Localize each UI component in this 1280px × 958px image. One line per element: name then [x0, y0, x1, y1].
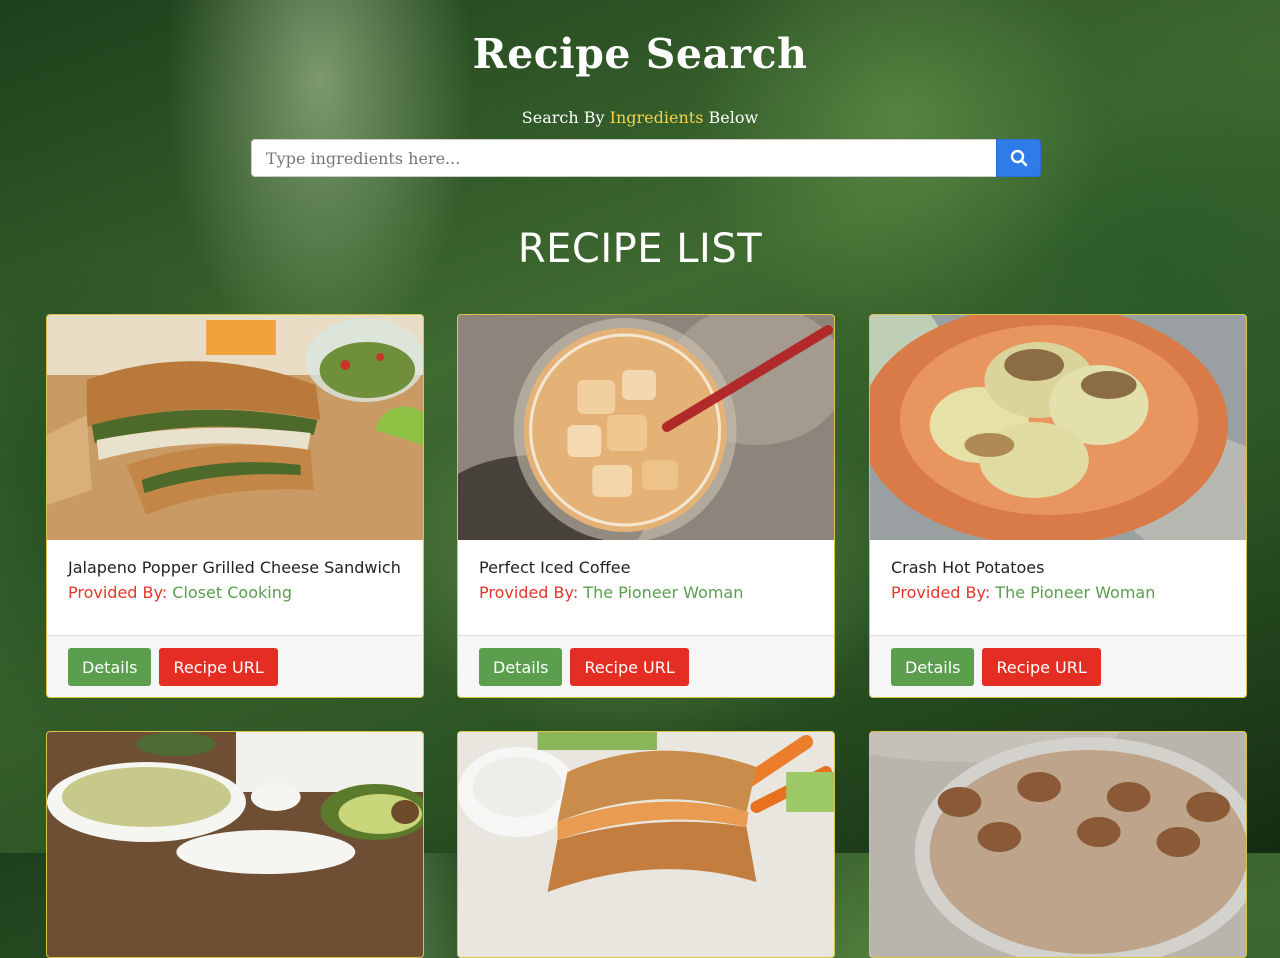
recipe-card	[457, 731, 835, 958]
recipe-image[interactable]	[47, 315, 423, 540]
recipe-image[interactable]	[458, 732, 834, 957]
recipe-card	[46, 731, 424, 958]
recipe-url-button[interactable]: Recipe URL	[570, 648, 689, 686]
recipe-provider: Provided By: The Pioneer Woman	[479, 583, 813, 602]
recipe-provider: Provided By: Closet Cooking	[68, 583, 402, 602]
page-title: Recipe Search	[472, 30, 808, 78]
recipe-title: Crash Hot Potatoes	[891, 558, 1045, 577]
subtitle-highlight: Ingredients	[609, 108, 704, 127]
recipe-card: Jalapeno Popper Grilled Cheese Sandwich …	[46, 314, 424, 698]
search-button[interactable]	[996, 139, 1041, 177]
card-body: Crash Hot Potatoes Provided By: The Pion…	[870, 540, 1246, 635]
recipe-card: Perfect Iced Coffee Provided By: The Pio…	[457, 314, 835, 698]
details-button[interactable]: Details	[479, 648, 563, 686]
provided-by-label: Provided By:	[68, 583, 173, 602]
card-body: Perfect Iced Coffee Provided By: The Pio…	[458, 540, 834, 635]
subtitle-suffix: Below	[703, 108, 759, 127]
card-footer: Details Recipe URL	[47, 635, 423, 697]
subtitle-prefix: Search By	[521, 108, 610, 127]
details-button[interactable]: Details	[68, 648, 152, 686]
recipe-image[interactable]	[47, 732, 423, 957]
search-input[interactable]	[251, 139, 996, 177]
provider-source: Closet Cooking	[172, 583, 292, 602]
provided-by-label: Provided By:	[479, 583, 584, 602]
card-body: Jalapeno Popper Grilled Cheese Sandwich …	[47, 540, 423, 635]
recipe-image[interactable]	[870, 732, 1246, 957]
recipe-title: Perfect Iced Coffee	[479, 558, 631, 577]
recipe-provider: Provided By: The Pioneer Woman	[891, 583, 1225, 602]
card-footer: Details Recipe URL	[458, 635, 834, 697]
recipe-card: Crash Hot Potatoes Provided By: The Pion…	[869, 314, 1247, 698]
provider-source: The Pioneer Woman	[995, 583, 1156, 602]
search-bar	[251, 139, 1041, 177]
recipe-image[interactable]	[870, 315, 1246, 540]
recipe-list-heading: RECIPE LIST	[517, 226, 763, 272]
recipe-url-button[interactable]: Recipe URL	[159, 648, 278, 686]
recipe-title: Jalapeno Popper Grilled Cheese Sandwich	[68, 558, 401, 577]
details-button[interactable]: Details	[891, 648, 975, 686]
provider-source: The Pioneer Woman	[583, 583, 744, 602]
search-subtitle: Search By Ingredients Below	[0, 108, 1280, 127]
recipe-url-button[interactable]: Recipe URL	[982, 648, 1101, 686]
recipe-card	[869, 731, 1247, 958]
provided-by-label: Provided By:	[891, 583, 996, 602]
search-icon	[1010, 149, 1027, 167]
recipe-image[interactable]	[458, 315, 834, 540]
card-footer: Details Recipe URL	[870, 635, 1246, 697]
